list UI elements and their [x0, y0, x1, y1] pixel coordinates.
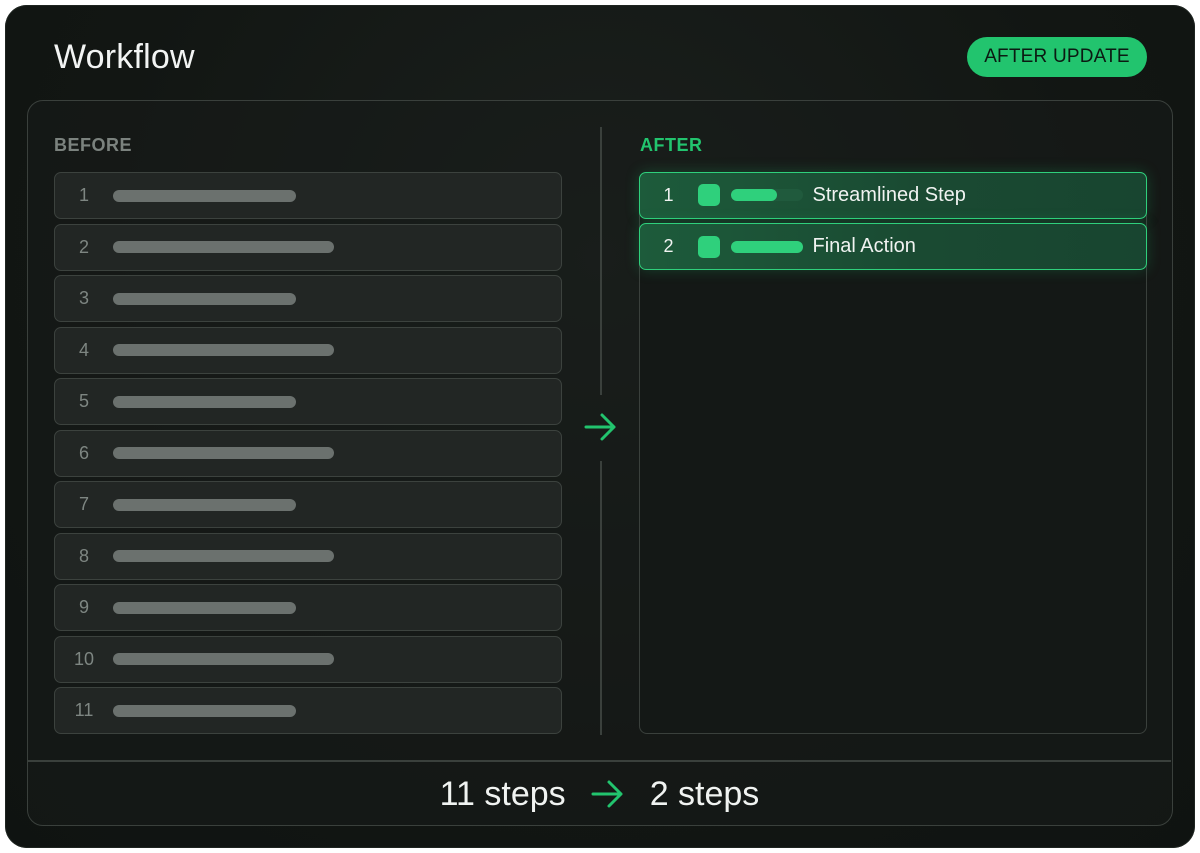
- step-number: 4: [78, 339, 89, 360]
- before-label: BEFORE: [54, 135, 133, 155]
- before-step-row: 4: [54, 326, 562, 374]
- step-marker-icon: [697, 184, 720, 206]
- step-number: 5: [78, 391, 89, 411]
- before-step-row: 6: [54, 429, 562, 477]
- step-count-summary: 11 steps 2 steps: [28, 763, 1171, 825]
- step-number: 1: [663, 184, 674, 205]
- before-step-row: 9: [54, 584, 562, 631]
- before-step-count: 11 steps: [439, 774, 566, 813]
- step-placeholder-bar: [113, 601, 296, 614]
- before-step-row: 1: [54, 172, 562, 219]
- before-step-row: 5: [54, 378, 562, 425]
- step-number: 11: [74, 700, 94, 720]
- comparison-panel: BEFORE AFTER 1 2 3 4 5 6 7 8 9 10 11 1 S…: [27, 100, 1173, 826]
- arrow-right-icon: [584, 413, 616, 441]
- step-number: 7: [78, 494, 89, 514]
- after-update-badge[interactable]: AFTER UPDATE: [967, 37, 1147, 77]
- step-placeholder-bar: [113, 292, 296, 305]
- footer-divider: [28, 760, 1171, 762]
- step-placeholder-bar: [113, 241, 334, 253]
- column-divider: [600, 461, 602, 735]
- step-placeholder-bar: [113, 498, 296, 511]
- step-progress-fill: [730, 189, 778, 201]
- step-number: 9: [78, 597, 89, 617]
- step-placeholder-bar: [113, 395, 296, 408]
- after-step-count: 2 steps: [649, 774, 760, 813]
- step-marker-icon: [697, 235, 720, 258]
- step-number: 2: [78, 236, 89, 257]
- step-number: 6: [78, 442, 89, 463]
- before-step-row: 10: [54, 635, 562, 683]
- before-step-row: 8: [54, 532, 562, 580]
- before-step-row: 7: [54, 481, 562, 528]
- step-label: Streamlined Step: [812, 183, 966, 206]
- step-placeholder-bar: [113, 704, 296, 717]
- after-step-row: 2 Final Action: [638, 223, 1147, 270]
- before-step-row: 11: [54, 687, 562, 734]
- after-step-row: 1 Streamlined Step: [638, 171, 1147, 219]
- workflow-window: Workflow AFTER UPDATE BEFORE AFTER 1 2 3…: [5, 5, 1195, 848]
- before-step-row: 2: [54, 223, 562, 271]
- step-number: 1: [78, 185, 89, 205]
- step-number: 2: [663, 236, 674, 256]
- arrow-right-icon: [591, 780, 623, 808]
- step-label: Final Action: [812, 235, 916, 257]
- step-progress-bar: [730, 240, 803, 253]
- step-number: 8: [78, 545, 89, 566]
- step-placeholder-bar: [113, 344, 334, 356]
- step-placeholder-bar: [113, 653, 334, 665]
- before-step-row: 3: [54, 275, 562, 322]
- step-placeholder-bar: [113, 189, 296, 202]
- step-placeholder-bar: [113, 550, 334, 562]
- page-title: Workflow: [54, 38, 195, 76]
- column-divider: [600, 127, 602, 395]
- step-progress-fill: [730, 240, 803, 253]
- step-number: 10: [73, 648, 95, 669]
- step-progress-bar: [730, 189, 803, 201]
- after-step-list: 1 Streamlined Step 2 Final Action: [638, 171, 1147, 734]
- step-number: 3: [78, 288, 89, 308]
- before-step-list: 1 2 3 4 5 6 7 8 9 10 11: [54, 172, 562, 739]
- step-placeholder-bar: [113, 447, 334, 459]
- after-label: AFTER: [640, 135, 703, 155]
